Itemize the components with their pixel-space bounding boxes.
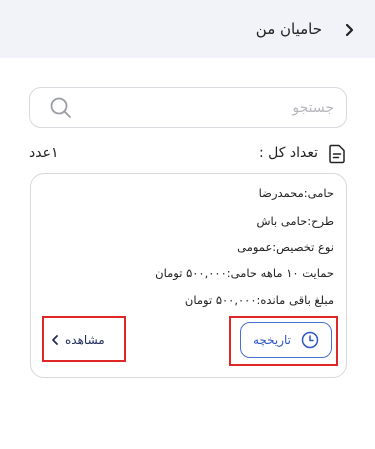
clock-icon [301, 331, 319, 349]
total-count-value: ۱عدد [29, 145, 59, 161]
back-button[interactable] [341, 20, 359, 40]
plan-name: طرح:حامی باش [256, 214, 334, 228]
search-icon[interactable] [49, 96, 73, 120]
page-title: حامیان من [255, 20, 322, 38]
chevron-right-icon [345, 23, 354, 37]
view-button[interactable]: مشاهده [51, 330, 105, 350]
search-input[interactable] [100, 88, 334, 127]
history-label: تاریخچه [252, 333, 292, 347]
top-bar: حامیان من [0, 0, 375, 58]
sponsor-name: حامی:محمدرضا [258, 186, 334, 200]
history-button[interactable]: تاریخچه [240, 322, 332, 358]
total-count-row: تعداد کل : ۱عدد [29, 144, 346, 166]
allocation-type: نوع تخصیص:عمومی [237, 240, 334, 254]
document-icon [329, 144, 345, 164]
total-count-label: تعداد کل : [258, 145, 318, 161]
search-box [29, 87, 347, 128]
remaining-amount: مبلغ باقی مانده:۵۰۰,۰۰۰ تومان [184, 293, 334, 307]
view-label: مشاهده [65, 333, 105, 347]
sponsor-card: حامی:محمدرضا طرح:حامی باش نوع تخصیص:عموم… [30, 173, 347, 378]
chevron-left-icon [52, 335, 58, 345]
support-amount: حمایت ۱۰ ماهه حامی:۵۰۰,۰۰۰ تومان [155, 266, 334, 280]
